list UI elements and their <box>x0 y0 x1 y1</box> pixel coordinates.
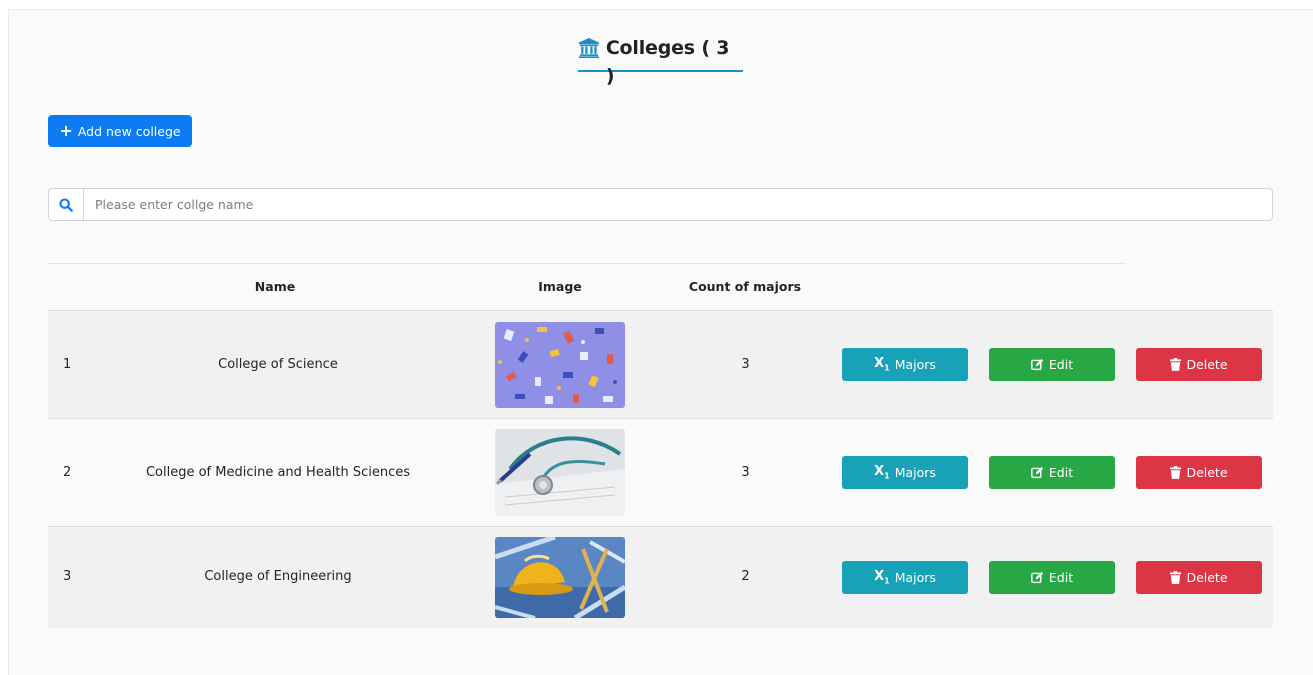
majors-label: Majors <box>894 357 936 372</box>
row-divider <box>48 526 1273 527</box>
subscript-icon: X1 <box>874 464 890 481</box>
edit-button[interactable]: Edit <box>989 456 1115 489</box>
majors-button[interactable]: X1 Majors <box>842 348 968 381</box>
delete-label: Delete <box>1186 570 1228 585</box>
page-heading: Colleges ( 3 ) <box>578 34 743 87</box>
majors-count: 3 <box>741 357 750 372</box>
edit-label: Edit <box>1048 570 1074 585</box>
row-index: 2 <box>63 465 72 480</box>
add-college-button[interactable]: + Add new college <box>48 115 192 147</box>
subscript-icon: X1 <box>874 569 890 586</box>
majors-label: Majors <box>894 465 936 480</box>
majors-count: 2 <box>741 569 750 584</box>
row-divider <box>48 310 1273 311</box>
delete-button[interactable]: Delete <box>1136 348 1262 381</box>
search-icon-box <box>49 189 84 220</box>
majors-button[interactable]: X1 Majors <box>842 561 968 594</box>
edit-icon <box>1030 466 1044 479</box>
majors-button[interactable]: X1 Majors <box>842 456 968 489</box>
trash-icon <box>1170 466 1182 479</box>
trash-icon <box>1170 571 1182 584</box>
search-icon <box>59 197 73 212</box>
college-image <box>495 322 625 408</box>
college-name: College of Science <box>218 357 338 372</box>
college-name: College of Engineering <box>204 569 352 584</box>
column-header-count: Count of majors <box>688 279 802 294</box>
university-icon <box>578 38 599 58</box>
college-image <box>495 537 625 618</box>
delete-label: Delete <box>1186 357 1228 372</box>
table-header-top-border <box>48 263 1126 264</box>
college-search-input[interactable] <box>84 189 1272 220</box>
edit-button[interactable]: Edit <box>989 561 1115 594</box>
edit-icon <box>1030 571 1044 584</box>
plus-icon: + <box>59 121 73 140</box>
delete-button[interactable]: Delete <box>1136 456 1262 489</box>
subscript-icon: X1 <box>874 356 890 373</box>
page-title: Colleges ( 3 ) <box>605 37 730 87</box>
add-college-label: Add new college <box>77 123 181 139</box>
column-header-image: Image <box>538 279 582 294</box>
table-row: 2 College of Medicine and Health Science… <box>48 418 1273 526</box>
majors-label: Majors <box>894 570 936 585</box>
majors-count: 3 <box>741 465 750 480</box>
edit-icon <box>1030 358 1044 371</box>
row-index: 1 <box>63 357 72 372</box>
college-name: College of Medicine and Health Sciences <box>145 465 411 480</box>
college-image <box>495 429 625 516</box>
row-index: 3 <box>63 569 72 584</box>
edit-label: Edit <box>1048 357 1074 372</box>
column-header-name: Name <box>254 279 296 294</box>
edit-label: Edit <box>1048 465 1074 480</box>
table-row: 1 College of Science 3 X1 Majors Edit De… <box>48 310 1273 418</box>
row-divider <box>48 418 1273 419</box>
delete-button[interactable]: Delete <box>1136 561 1262 594</box>
table-row: 3 College of Engineering 2 X1 Majors Edi… <box>48 526 1273 628</box>
delete-label: Delete <box>1186 465 1228 480</box>
edit-button[interactable]: Edit <box>989 348 1115 381</box>
search-bar <box>48 188 1273 221</box>
trash-icon <box>1170 358 1182 371</box>
